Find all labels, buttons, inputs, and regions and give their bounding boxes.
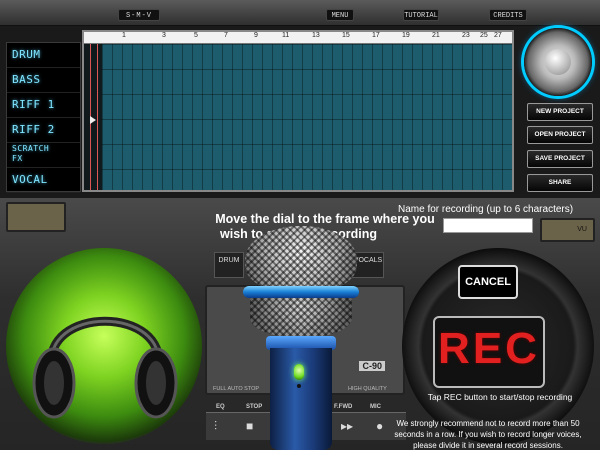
ffwd-label: F.FWD (334, 404, 353, 410)
eq-icon[interactable]: ⫶ (214, 419, 217, 434)
ruler-tick: 13 (312, 32, 320, 39)
recording-name-input[interactable] (443, 218, 533, 233)
track-label: RIFF 1 (12, 98, 55, 111)
ruler-tick: 17 (372, 32, 380, 39)
ruler-tick: 9 (254, 32, 258, 39)
frame-dial[interactable] (524, 28, 592, 96)
ruler-tick: 5 (194, 32, 198, 39)
share-button[interactable]: SHARE (527, 174, 593, 192)
playhead-arrow-icon[interactable] (90, 116, 96, 124)
app-logo: S-M-V (118, 9, 160, 21)
track-label: BASS (12, 73, 41, 86)
track-vocal[interactable]: VOCAL (7, 168, 80, 193)
rec-button[interactable]: REC (433, 316, 545, 388)
ruler-tick: 1 (122, 32, 126, 39)
track-label: DRUM (12, 48, 41, 61)
top-bar: S-M-V MENU TUTORIAL CREDITS (0, 0, 600, 26)
ruler-tick: 21 (432, 32, 440, 39)
cancel-button[interactable]: CANCEL (458, 265, 518, 299)
vu-meter-left (6, 202, 66, 232)
microphone-body (270, 348, 332, 450)
headphones-icon (32, 316, 178, 419)
rec-button-label: REC (438, 324, 540, 373)
timeline-grid[interactable] (102, 44, 512, 190)
full-auto-stop-label: FULL AUTO STOP (213, 386, 260, 392)
track-label: RIFF 2 (12, 123, 55, 136)
menu-button[interactable]: MENU (326, 9, 354, 21)
credits-button[interactable]: CREDITS (489, 9, 527, 21)
open-project-button[interactable]: OPEN PROJECT (527, 126, 593, 144)
ruler-tick: 27 (494, 32, 502, 39)
end-marker-line (97, 44, 98, 190)
microphone-ring (243, 286, 359, 298)
microphone-led-icon (294, 364, 304, 380)
track-label: SCRATCH FX (12, 144, 50, 163)
stop-label: STOP (246, 404, 263, 410)
microphone-switch-icon (297, 384, 301, 388)
mic-label: MIC (370, 404, 381, 410)
save-project-button[interactable]: SAVE PROJECT (527, 150, 593, 168)
ruler-tick: 7 (224, 32, 228, 39)
recording-warning: We strongly recommend not to record more… (394, 419, 582, 450)
vu-meter-right: VU (540, 218, 595, 242)
ruler-tick: 15 (342, 32, 350, 39)
microphone-grille-lower (250, 298, 352, 338)
new-project-button[interactable]: NEW PROJECT (527, 103, 593, 121)
vu-label: VU (577, 226, 587, 233)
ruler-tick: 3 (162, 32, 166, 39)
timeline-ruler: 1 3 5 7 9 11 13 15 17 19 21 23 25 27 (84, 32, 512, 44)
timeline[interactable]: 1 3 5 7 9 11 13 15 17 19 21 23 25 27 (82, 30, 514, 192)
track-scratch-fx[interactable]: SCRATCH FX (7, 143, 80, 168)
track-drum[interactable]: DRUM (7, 43, 80, 68)
track-riff-2[interactable]: RIFF 2 (7, 118, 80, 143)
ruler-tick: 23 (462, 32, 470, 39)
tutorial-button[interactable]: TUTORIAL (403, 9, 439, 21)
microphone-grille (245, 226, 357, 292)
track-bass[interactable]: BASS (7, 68, 80, 93)
high-quality-label: HIGH QUALITY (348, 386, 387, 392)
stop-icon[interactable]: ■ (246, 419, 253, 433)
ruler-tick: 11 (282, 32, 290, 39)
rec-hint: Tap REC button to start/stop recording (427, 392, 573, 402)
ruler-tick: 25 (480, 32, 488, 39)
fast-forward-icon[interactable]: ▸▸ (341, 419, 353, 433)
eq-label: EQ (216, 404, 225, 410)
track-label: VOCAL (12, 173, 48, 186)
track-list: DRUM BASS RIFF 1 RIFF 2 SCRATCH FX VOCAL (6, 42, 81, 193)
drum-knob-label: DRUM (214, 252, 244, 278)
recording-name-label: Name for recording (up to 6 characters) (398, 204, 574, 215)
tape-label: C-90 (359, 361, 385, 371)
track-riff-1[interactable]: RIFF 1 (7, 93, 80, 118)
ruler-tick: 19 (402, 32, 410, 39)
